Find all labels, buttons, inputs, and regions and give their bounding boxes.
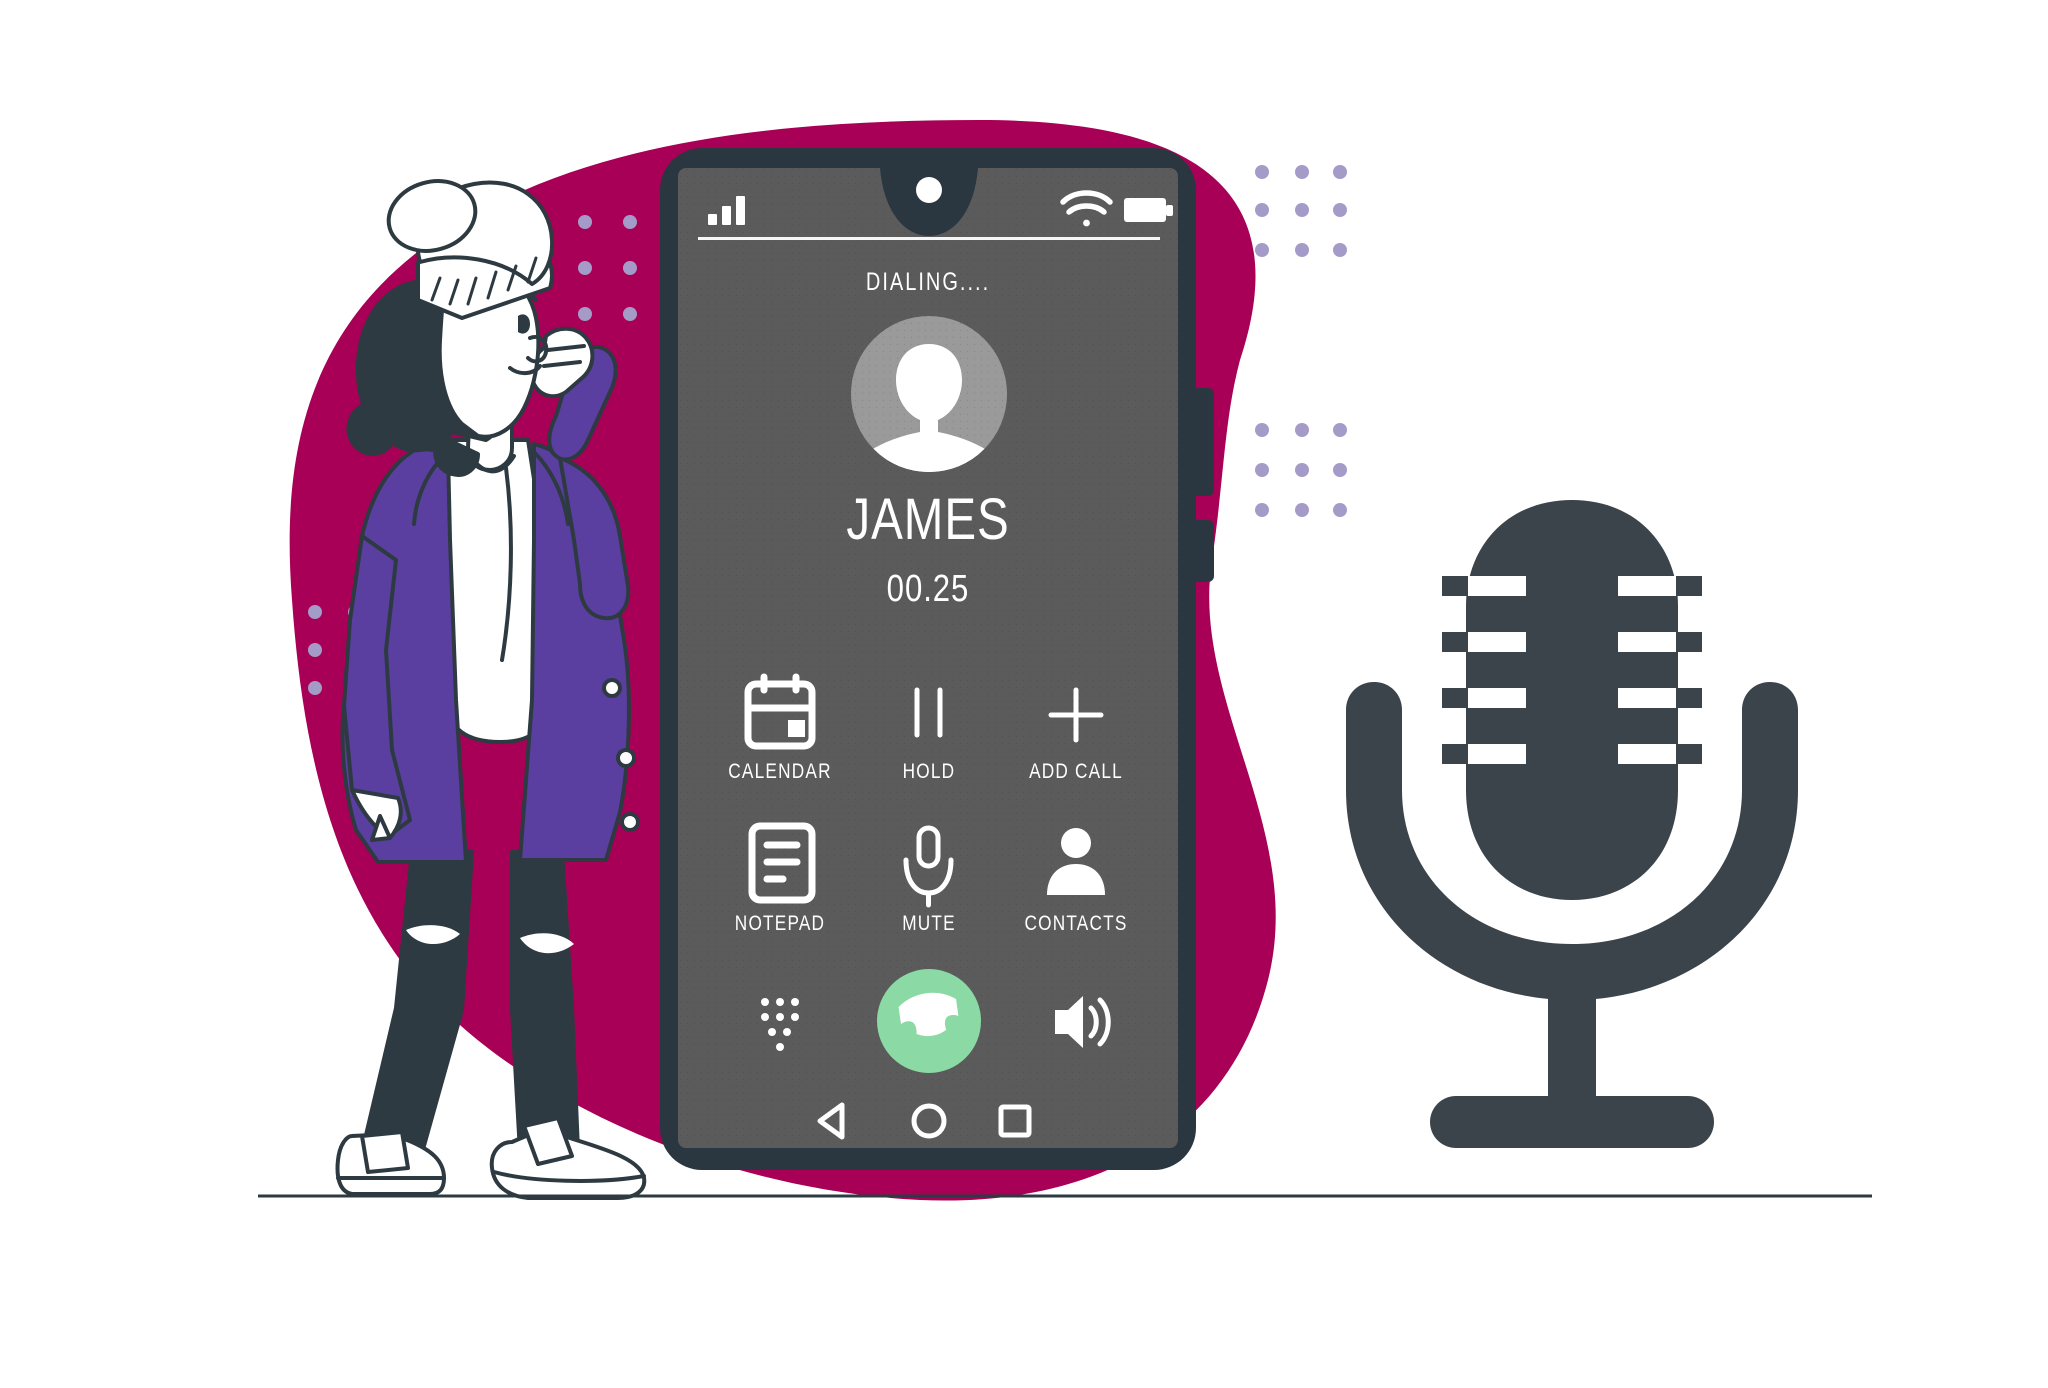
illustration-canvas: DIALING.... JAMES 00.25 CALENDAR HOLD AD… — [0, 0, 2048, 1388]
phone-device — [660, 148, 1214, 1170]
add-call-button-label: ADD CALL — [1029, 760, 1123, 783]
front-camera-icon — [916, 177, 942, 203]
retro-microphone-icon — [1346, 500, 1798, 1148]
dot-grid-right-lower — [1255, 423, 1347, 517]
hold-button-label: HOLD — [902, 760, 956, 783]
battery-icon — [1124, 198, 1173, 222]
call-timer: 00.25 — [886, 568, 970, 610]
contacts-button-label: CONTACTS — [1024, 912, 1128, 935]
status-bar-divider — [698, 237, 1160, 240]
notepad-button-label: NOTEPAD — [734, 912, 826, 935]
end-call-button[interactable] — [877, 969, 981, 1073]
mute-button-label: MUTE — [902, 912, 956, 935]
calendar-button-label: CALENDAR — [728, 760, 832, 783]
caller-name: JAMES — [846, 487, 1010, 552]
dialing-status-text: DIALING.... — [865, 268, 991, 296]
dot-grid-right-upper — [1255, 165, 1347, 257]
